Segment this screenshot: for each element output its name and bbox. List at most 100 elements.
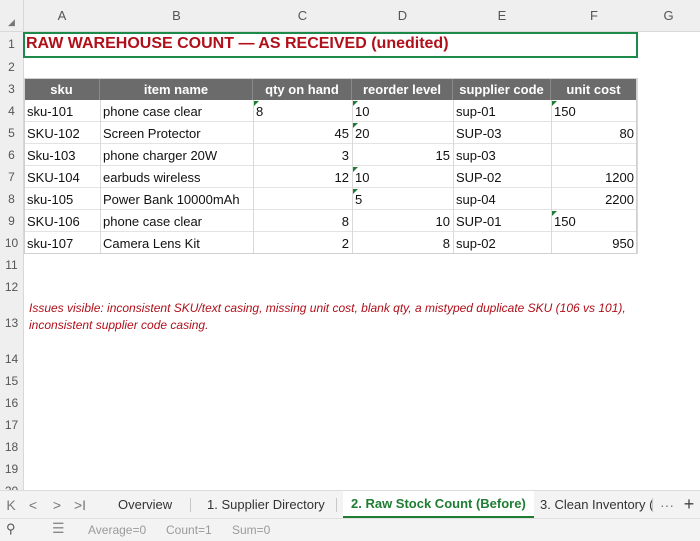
table-cell[interactable]: 2200: [551, 188, 637, 210]
row-header-18[interactable]: 18: [0, 436, 24, 458]
prev-sheet-icon[interactable]: <: [24, 491, 42, 518]
row-header-14[interactable]: 14: [0, 348, 24, 370]
table-header-supplier-code[interactable]: supplier code: [453, 78, 551, 100]
table-cell[interactable]: sup-03: [453, 144, 551, 166]
row-header-15[interactable]: 15: [0, 370, 24, 392]
row-header-7[interactable]: 7: [0, 166, 24, 188]
table-cell[interactable]: sup-04: [453, 188, 551, 210]
more-sheets-icon[interactable]: ···: [656, 491, 678, 518]
column-header-c[interactable]: C: [253, 0, 352, 32]
table-cell[interactable]: sup-02: [453, 232, 551, 254]
tab-supplier-directory[interactable]: 1. Supplier Directory: [205, 491, 327, 518]
tab-clean-inventory[interactable]: 3. Clean Inventory (: [538, 491, 655, 518]
table-cell[interactable]: 8: [352, 232, 453, 254]
number-stored-as-text-indicator: [552, 211, 557, 216]
table-cell[interactable]: Screen Protector: [100, 122, 253, 144]
table-cell[interactable]: 150: [551, 100, 637, 122]
table-cell[interactable]: sku-101: [24, 100, 100, 122]
table-cell[interactable]: 10: [352, 210, 453, 232]
status-count: Count=1: [166, 523, 212, 537]
add-sheet-icon[interactable]: +: [680, 491, 698, 518]
sheet-grid[interactable]: ◢ ABCDEFG1234567891011121314151617181920…: [0, 0, 700, 490]
table-header-reorder-level[interactable]: reorder level: [352, 78, 453, 100]
row-header-3[interactable]: 3: [0, 78, 24, 100]
table-cell[interactable]: SUP-02: [453, 166, 551, 188]
table-cell[interactable]: 15: [352, 144, 453, 166]
row-header-19[interactable]: 19: [0, 458, 24, 480]
row-header-10[interactable]: 10: [0, 232, 24, 254]
table-cell[interactable]: phone case clear: [100, 210, 253, 232]
next-sheet-icon[interactable]: >: [48, 491, 66, 518]
table-cell[interactable]: 150: [551, 210, 637, 232]
table-cell[interactable]: SUP-01: [453, 210, 551, 232]
table-header-qty-on-hand[interactable]: qty on hand: [253, 78, 352, 100]
issues-note[interactable]: Issues visible: inconsistent SKU/text ca…: [26, 298, 636, 346]
table-header-sku[interactable]: sku: [24, 78, 100, 100]
sheet-view-icon[interactable]: ☰: [52, 520, 65, 537]
tab-raw-stock-count[interactable]: 2. Raw Stock Count (Before): [343, 491, 534, 518]
row-header-4[interactable]: 4: [0, 100, 24, 122]
table-cell[interactable]: 20: [352, 122, 453, 144]
number-stored-as-text-indicator: [353, 123, 358, 128]
sheet-tab-bar: K < > >I Overview 1. Supplier Directory …: [0, 490, 700, 518]
table-cell[interactable]: 10: [352, 166, 453, 188]
last-sheet-icon[interactable]: >I: [70, 491, 90, 518]
table-cell[interactable]: [253, 188, 352, 210]
table-cell[interactable]: Sku-103: [24, 144, 100, 166]
column-header-e[interactable]: E: [453, 0, 551, 32]
table-cell[interactable]: Camera Lens Kit: [100, 232, 253, 254]
table-cell[interactable]: 1200: [551, 166, 637, 188]
row-header-8[interactable]: 8: [0, 188, 24, 210]
first-sheet-icon[interactable]: K: [2, 491, 20, 518]
row-header-6[interactable]: 6: [0, 144, 24, 166]
accessibility-icon[interactable]: ⚲: [6, 521, 16, 537]
table-cell[interactable]: 8: [253, 210, 352, 232]
table-cell[interactable]: phone charger 20W: [100, 144, 253, 166]
table-cell[interactable]: 950: [551, 232, 637, 254]
status-sum: Sum=0: [232, 523, 271, 537]
column-header-d[interactable]: D: [352, 0, 453, 32]
table-cell[interactable]: phone case clear: [100, 100, 253, 122]
table-cell[interactable]: SKU-104: [24, 166, 100, 188]
row-header-12[interactable]: 12: [0, 276, 24, 298]
table-cell[interactable]: [551, 144, 637, 166]
table-cell[interactable]: SKU-102: [24, 122, 100, 144]
row-header-5[interactable]: 5: [0, 122, 24, 144]
table-cell[interactable]: sku-105: [24, 188, 100, 210]
table-header-item-name[interactable]: item name: [100, 78, 253, 100]
row-header-11[interactable]: 11: [0, 254, 24, 276]
table-cell[interactable]: 5: [352, 188, 453, 210]
row-header-2[interactable]: 2: [0, 55, 24, 78]
column-header-f[interactable]: F: [551, 0, 637, 32]
table-cell[interactable]: Power Bank 10000mAh: [100, 188, 253, 210]
row-header-16[interactable]: 16: [0, 392, 24, 414]
number-stored-as-text-indicator: [353, 167, 358, 172]
row-header-20[interactable]: 20: [0, 480, 24, 490]
column-header-g[interactable]: G: [637, 0, 700, 32]
table-cell[interactable]: earbuds wireless: [100, 166, 253, 188]
table-header-unit-cost[interactable]: unit cost: [551, 78, 637, 100]
row-header-1[interactable]: 1: [0, 32, 24, 55]
column-header-b[interactable]: B: [100, 0, 253, 32]
table-cell[interactable]: 2: [253, 232, 352, 254]
table-cell[interactable]: 3: [253, 144, 352, 166]
table-cell[interactable]: sup-01: [453, 100, 551, 122]
table-cell[interactable]: SUP-03: [453, 122, 551, 144]
row-header-17[interactable]: 17: [0, 414, 24, 436]
table-cell[interactable]: 45: [253, 122, 352, 144]
row-header-9[interactable]: 9: [0, 210, 24, 232]
number-stored-as-text-indicator: [552, 101, 557, 106]
table-cell[interactable]: 10: [352, 100, 453, 122]
table-cell[interactable]: 80: [551, 122, 637, 144]
select-all-corner[interactable]: ◢: [0, 0, 24, 32]
status-average: Average=0: [88, 523, 147, 537]
table-cell[interactable]: sku-107: [24, 232, 100, 254]
tab-overview[interactable]: Overview: [116, 491, 174, 518]
row-header-13[interactable]: 13: [0, 298, 24, 348]
sheet-title[interactable]: RAW WAREHOUSE COUNT — AS RECEIVED (unedi…: [24, 32, 637, 55]
column-gridline: [637, 78, 638, 254]
table-cell[interactable]: 8: [253, 100, 352, 122]
column-header-a[interactable]: A: [24, 0, 100, 32]
table-cell[interactable]: SKU-106: [24, 210, 100, 232]
table-cell[interactable]: 12: [253, 166, 352, 188]
